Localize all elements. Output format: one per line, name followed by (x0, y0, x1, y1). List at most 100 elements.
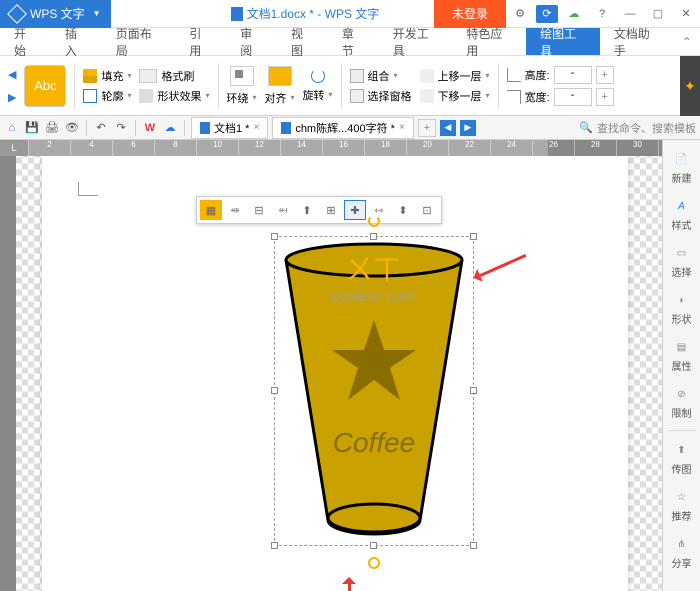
down-layer-button[interactable]: 下移一层▾ (420, 88, 490, 104)
resize-handle-tm[interactable] (370, 233, 377, 240)
tab-nav-left[interactable]: ◀ (440, 120, 456, 136)
tab-chapter[interactable]: 章节 (328, 28, 379, 55)
resize-handle-tl[interactable] (271, 233, 278, 240)
side-style[interactable]: A样式 (666, 193, 698, 236)
tab-doc-helper[interactable]: 文档助手 (600, 28, 674, 55)
tab-nav-right[interactable]: ▶ (460, 120, 476, 136)
side-attr[interactable]: ▤属性 (666, 334, 698, 377)
annotation-arrow-1 (480, 254, 527, 277)
align-middle-button[interactable]: ⊞ (320, 200, 342, 220)
rotate-button[interactable]: 旋转▾ (303, 87, 333, 103)
cloud-icon[interactable]: ☁ (560, 0, 588, 28)
home-icon[interactable]: ⌂ (4, 120, 20, 136)
tab-drawing-tools[interactable]: 绘图工具 (526, 28, 600, 55)
close-tab-icon[interactable]: × (399, 122, 405, 133)
side-upload[interactable]: ⬆传图 (666, 437, 698, 480)
maximize-icon[interactable]: ▢ (644, 0, 672, 28)
doc-tab-1[interactable]: 文档1 * × (191, 117, 268, 139)
app-logo[interactable]: WPS 文字 ▼ (0, 0, 111, 28)
format-brush-button[interactable]: 格式刷 (139, 68, 209, 84)
resize-handle-ml[interactable] (271, 387, 278, 394)
width-input[interactable]: - (554, 88, 592, 106)
canvas[interactable]: ▦ ⬵ ⊟ ⬶ ⬆ ⊞ ✚ ⇿ ⬍ ⊡ (16, 156, 662, 591)
align-center-h-button[interactable]: ⊟ (248, 200, 270, 220)
grid-button[interactable]: ⊡ (416, 200, 438, 220)
width-icon (507, 90, 521, 104)
doc-icon (281, 122, 291, 134)
help-icon[interactable]: ? (588, 0, 616, 28)
side-recommend[interactable]: ☆推荐 (666, 484, 698, 527)
wps-icon[interactable]: W (142, 120, 158, 136)
nav-right-icon[interactable]: ▶ (8, 91, 16, 104)
outline-button[interactable]: 轮廓▾ (83, 88, 131, 104)
rotate-handle[interactable] (368, 215, 380, 227)
combine-icon (350, 69, 364, 83)
collapse-ribbon-icon[interactable]: ⌃ (673, 28, 700, 55)
redo-icon[interactable]: ↷ (113, 120, 129, 136)
tab-reference[interactable]: 引用 (175, 28, 226, 55)
login-button[interactable]: 未登录 (434, 0, 506, 28)
sync-icon[interactable]: ⟳ (536, 5, 558, 23)
resize-handle-mr[interactable] (470, 387, 477, 394)
tab-view[interactable]: 视图 (277, 28, 328, 55)
align-fill-button[interactable]: ▦ (200, 200, 222, 220)
effect-icon (139, 89, 153, 103)
minimize-icon[interactable]: — (616, 0, 644, 28)
side-limit[interactable]: ⊘限制 (666, 381, 698, 424)
save-icon[interactable]: 💾 (24, 120, 40, 136)
side-select[interactable]: ▭选择 (666, 240, 698, 283)
height-input[interactable]: - (554, 66, 592, 84)
outline-icon (83, 89, 97, 103)
tab-page-layout[interactable]: 页面布局 (102, 28, 176, 55)
cloud-sync-icon[interactable]: ☁ (162, 120, 178, 136)
ruler-horizontal[interactable]: L 246810121416182022242628303234 (0, 140, 700, 156)
chevron-down-icon: ▼ (93, 9, 101, 18)
cup-text: Coffee (333, 427, 416, 458)
align-button[interactable]: 对齐▾ (265, 90, 295, 106)
align-top-button[interactable]: ⬆ (296, 200, 318, 220)
resize-handle-bl[interactable] (271, 542, 278, 549)
tab-dev[interactable]: 开发工具 (379, 28, 453, 55)
resize-handle-br[interactable] (470, 542, 477, 549)
upload-icon: ⬆ (673, 441, 691, 459)
ruler-vertical[interactable] (0, 156, 16, 591)
shape-effect-button[interactable]: 形状效果▾ (139, 88, 209, 104)
side-shape[interactable]: ◗形状 (666, 287, 698, 330)
side-new[interactable]: 📄新建 (666, 146, 698, 189)
tab-feature[interactable]: 特色应用 (452, 28, 526, 55)
combine-button[interactable]: 组合▾ (350, 68, 412, 84)
align-center-v-button[interactable]: ✚ (344, 200, 366, 220)
print-icon[interactable]: 🖨 (44, 120, 60, 136)
up-layer-button[interactable]: 上移一层▾ (420, 68, 490, 84)
settings-icon[interactable]: ⚙ (506, 0, 534, 28)
width-plus[interactable]: + (596, 88, 614, 106)
fill-button[interactable]: 填充▾ (83, 68, 131, 84)
preview-icon[interactable]: 👁 (64, 120, 80, 136)
limit-icon: ⊘ (673, 385, 691, 403)
ruler-corner[interactable]: L (0, 140, 28, 156)
align-left-button[interactable]: ⬵ (224, 200, 246, 220)
nav-left-icon[interactable]: ◀ (8, 68, 16, 81)
tab-insert[interactable]: 插入 (51, 28, 102, 55)
close-tab-icon[interactable]: × (253, 122, 259, 133)
wrap-button[interactable]: 环绕▾ (227, 90, 257, 106)
shape-style-preset[interactable]: Abc (24, 65, 66, 107)
side-share[interactable]: ⋔分享 (666, 531, 698, 574)
undo-icon[interactable]: ↶ (93, 120, 109, 136)
align-right-button[interactable]: ⬶ (272, 200, 294, 220)
promo-banner[interactable]: ✦ (680, 56, 700, 116)
down-layer-icon (420, 89, 434, 103)
search-box[interactable]: 🔍 查找命令、搜索模板 (579, 120, 696, 136)
doc-tab-2[interactable]: chm陈辉...400字符 * × (272, 117, 413, 139)
page[interactable]: ▦ ⬵ ⊟ ⬶ ⬆ ⊞ ✚ ⇿ ⬍ ⊡ (42, 156, 628, 591)
height-plus[interactable]: + (596, 66, 614, 84)
select-pane-button[interactable]: 选择窗格 (350, 88, 412, 104)
tab-start[interactable]: 开始 (0, 28, 51, 55)
resize-handle-bm[interactable] (370, 542, 377, 549)
add-tab-button[interactable]: + (418, 119, 436, 137)
resize-handle-tr[interactable] (470, 233, 477, 240)
close-icon[interactable]: ✕ (672, 0, 700, 28)
tab-review[interactable]: 审阅 (226, 28, 277, 55)
anchor-handle[interactable] (368, 557, 380, 569)
distribute-v-button[interactable]: ⬍ (392, 200, 414, 220)
